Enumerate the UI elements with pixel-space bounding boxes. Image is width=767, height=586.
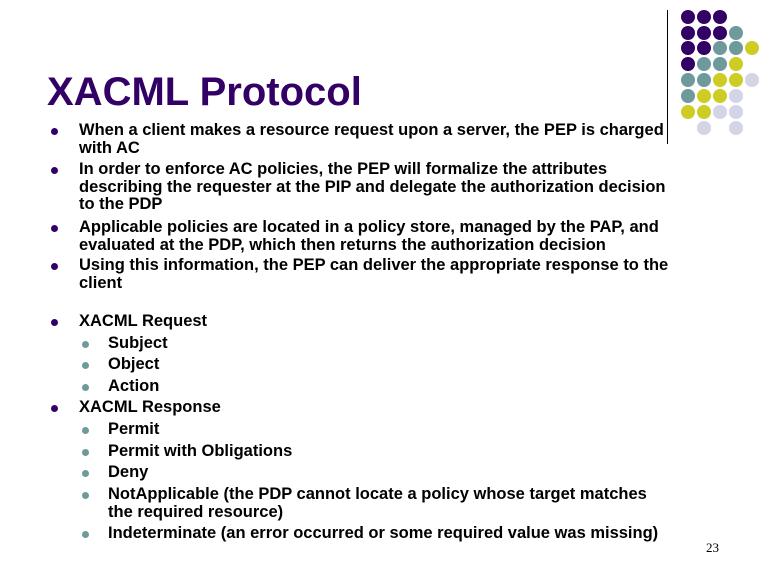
dot-lavender xyxy=(729,89,743,103)
bullet-line: Permit xyxy=(108,420,160,438)
bullet-line: Deny xyxy=(108,463,149,481)
bullet-text: XACML Response xyxy=(79,398,719,417)
sub-bullet-icon xyxy=(82,384,89,391)
sub-bullet-icon xyxy=(82,362,89,369)
bullet-text: Applicable policies are located in a pol… xyxy=(79,218,719,254)
dot-purple xyxy=(681,10,695,24)
sub-bullet-icon xyxy=(82,427,89,434)
dot-lavender xyxy=(729,105,743,119)
dot-lavender xyxy=(745,73,759,87)
bullet-line: Action xyxy=(108,377,160,395)
dot-yellow xyxy=(697,89,711,103)
bullet-line: XACML Request xyxy=(79,312,208,330)
bullet-icon xyxy=(51,263,58,270)
bullet-text: Using this information, the PEP can deli… xyxy=(79,256,719,292)
sub-bullet-text: Indeterminate (an error occurred or some… xyxy=(108,524,748,543)
slide-title: XACML Protocol xyxy=(47,70,362,114)
dot-yellow xyxy=(713,73,727,87)
bullet-line: the required resource) xyxy=(108,502,284,521)
bullet-icon xyxy=(51,167,58,174)
sub-bullet-text: Permit xyxy=(108,420,748,439)
dot-lavender xyxy=(729,121,743,135)
sub-bullet-text: Deny xyxy=(108,463,748,482)
bullet-line: client xyxy=(79,273,123,292)
dot-teal xyxy=(729,26,743,40)
bullet-line: Subject xyxy=(108,334,168,352)
bullet-line: to the PDP xyxy=(79,195,163,213)
sub-bullet-text: Action xyxy=(108,377,748,396)
bullet-line: with AC xyxy=(79,138,140,157)
dot-purple xyxy=(697,41,711,55)
bullet-icon xyxy=(51,405,58,412)
bullet-line: Using this information, the PEP can deli… xyxy=(79,256,669,274)
bullet-icon xyxy=(51,319,58,326)
dot-yellow xyxy=(697,105,711,119)
bullet-icon xyxy=(51,128,58,135)
dot-teal xyxy=(713,57,727,71)
dot-teal xyxy=(713,41,727,55)
bullet-line: Indeterminate (an error occurred or some… xyxy=(108,524,659,542)
dot-yellow xyxy=(745,41,759,55)
sub-bullet-icon xyxy=(82,341,89,348)
bullet-text: XACML Request xyxy=(79,312,719,331)
sub-bullet-text: NotApplicable (the PDP cannot locate a p… xyxy=(108,485,748,521)
dot-teal xyxy=(729,41,743,55)
bullet-line: describing the requester at the PIP and … xyxy=(79,177,666,196)
dot-purple xyxy=(713,10,727,24)
dot-lavender xyxy=(713,105,727,119)
dot-purple xyxy=(681,26,695,40)
dot-teal xyxy=(681,73,695,87)
bullet-text: In order to enforce AC policies, the PEP… xyxy=(79,160,719,214)
bullet-line: Object xyxy=(108,355,160,373)
dot-yellow xyxy=(729,57,743,71)
sub-bullet-icon xyxy=(82,470,89,477)
dot-purple xyxy=(681,57,695,71)
dot-purple xyxy=(713,26,727,40)
sub-bullet-text: Subject xyxy=(108,334,748,353)
dot-purple xyxy=(697,26,711,40)
bullet-line: NotApplicable (the PDP cannot locate a p… xyxy=(108,485,647,503)
dot-purple xyxy=(697,10,711,24)
bullet-line: Permit with Obligations xyxy=(108,442,293,460)
dot-purple xyxy=(681,41,695,55)
dot-teal xyxy=(697,57,711,71)
sub-bullet-icon xyxy=(82,531,89,538)
dot-teal xyxy=(681,89,695,103)
sub-bullet-text: Object xyxy=(108,355,748,374)
bullet-line: When a client makes a resource request u… xyxy=(79,121,664,139)
bullet-line: Applicable policies are located in a pol… xyxy=(79,218,659,236)
sub-bullet-text: Permit with Obligations xyxy=(108,442,748,461)
bullet-line: XACML Response xyxy=(79,398,221,416)
dot-yellow xyxy=(681,105,695,119)
sub-bullet-icon xyxy=(82,449,89,456)
bullet-text: When a client makes a resource request u… xyxy=(79,121,719,157)
bullet-line: evaluated at the PDP, which then returns… xyxy=(79,235,606,254)
dot-yellow xyxy=(729,73,743,87)
dot-teal xyxy=(697,73,711,87)
page-number: 23 xyxy=(706,540,719,555)
sub-bullet-icon xyxy=(82,492,89,499)
dot-yellow xyxy=(713,89,727,103)
bullet-icon xyxy=(51,225,58,232)
bullet-line: In order to enforce AC policies, the PEP… xyxy=(79,160,608,178)
